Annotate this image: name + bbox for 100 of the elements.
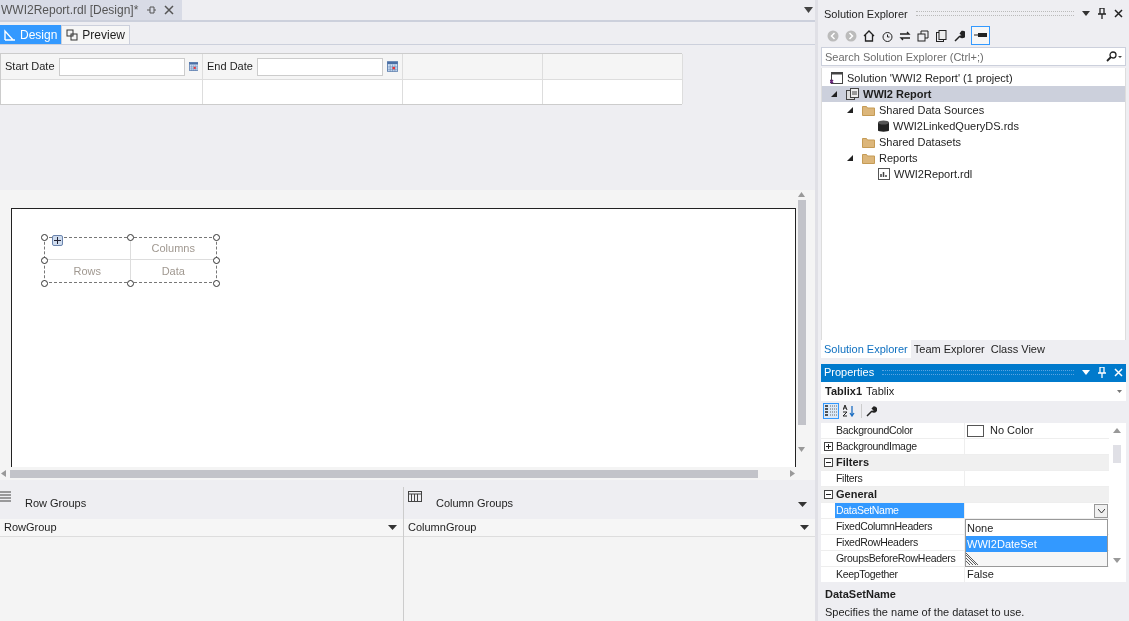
- dropdown-arrow-icon[interactable]: [800, 525, 809, 530]
- project-icon: [846, 88, 859, 101]
- search-icon[interactable]: [1106, 51, 1122, 63]
- tree-item[interactable]: Shared Data Sources: [822, 102, 1125, 119]
- calendar-icon[interactable]: [188, 60, 198, 73]
- dropdown-arrow-icon[interactable]: [798, 502, 807, 507]
- tree-item[interactable]: Shared Datasets: [822, 134, 1125, 151]
- scroll-right-icon[interactable]: [790, 470, 795, 477]
- horizontal-scrollbar[interactable]: [0, 467, 796, 480]
- panel-tab[interactable]: Class View: [987, 340, 1048, 358]
- group-name: ColumnGroup: [408, 520, 477, 536]
- resize-handle[interactable]: [127, 234, 134, 241]
- property-label: BackgroundImage: [836, 438, 917, 454]
- dropdown-arrow-icon[interactable]: [388, 525, 397, 530]
- expanded-arrow-icon[interactable]: [847, 107, 853, 114]
- property-label: KeepTogether: [836, 566, 898, 582]
- resize-handle[interactable]: [41, 280, 48, 287]
- parameter-label: End Date: [207, 59, 253, 75]
- resize-handle[interactable]: [41, 257, 48, 264]
- tree-item-label: Shared Datasets: [879, 135, 961, 151]
- resize-handle[interactable]: [213, 234, 220, 241]
- search-field[interactable]: Search Solution Explorer (Ctrl+;): [821, 47, 1126, 67]
- tablix-cell-text: Rows: [73, 263, 101, 279]
- close-icon[interactable]: [1114, 9, 1123, 19]
- expand-icon[interactable]: [823, 442, 833, 451]
- object-selector[interactable]: Tablix1 Tablix: [821, 381, 1126, 402]
- report-icon: [878, 168, 890, 181]
- dropdown-button[interactable]: [1094, 503, 1108, 518]
- folder-icon: [862, 136, 875, 148]
- tablix-cell-text: Columns: [151, 241, 195, 257]
- dropdown-arrow-icon[interactable]: [804, 7, 813, 13]
- columns-icon: [408, 491, 422, 502]
- tree-item-label: WWI2Report.rdl: [894, 167, 973, 183]
- tablix-cell-text: Data: [161, 263, 185, 279]
- sync-icon[interactable]: [899, 29, 911, 42]
- preview-toggle-button[interactable]: [971, 26, 990, 46]
- panel-tab[interactable]: Team Explorer: [910, 340, 988, 358]
- resize-handle[interactable]: [213, 257, 220, 264]
- scrollbar-thumb[interactable]: [797, 200, 806, 425]
- property-label: BackgroundColor: [836, 423, 913, 438]
- group-row[interactable]: ColumnGroup: [404, 519, 815, 537]
- wrench-icon[interactable]: [866, 405, 877, 417]
- scroll-up-icon[interactable]: [1112, 428, 1121, 433]
- property-name[interactable]: Filters: [835, 471, 965, 486]
- tree-item[interactable]: WWI2LinkedQueryDS.rds: [822, 118, 1125, 135]
- sort-mode-button[interactable]: [823, 403, 839, 420]
- parameter-label: Start Date: [5, 59, 55, 75]
- resize-handle[interactable]: [127, 280, 134, 287]
- description-title: DataSetName: [825, 587, 897, 602]
- clock-icon[interactable]: [881, 29, 893, 42]
- object-type: Tablix: [866, 384, 896, 400]
- panel-title: Solution Explorer: [824, 6, 908, 22]
- rows-icon: [0, 491, 11, 502]
- pane-title: Column Groups: [436, 496, 514, 512]
- group-name: RowGroup: [4, 520, 57, 536]
- group-row[interactable]: RowGroup: [0, 519, 403, 537]
- expanded-arrow-icon[interactable]: [847, 155, 853, 162]
- tree-item[interactable]: Reports: [822, 150, 1125, 167]
- scroll-down-icon[interactable]: [798, 447, 805, 452]
- dropdown-arrow-icon[interactable]: [1082, 11, 1090, 17]
- copy-icon[interactable]: [935, 29, 947, 42]
- category-label: Filters: [836, 455, 869, 471]
- home-icon[interactable]: [863, 29, 875, 42]
- scroll-down-icon[interactable]: [1112, 558, 1121, 563]
- scroll-up-icon[interactable]: [798, 192, 805, 197]
- expanded-arrow-icon[interactable]: [831, 91, 837, 98]
- tree-item[interactable]: WWI2 Report: [822, 86, 1125, 103]
- tree-item-label: Shared Data Sources: [879, 103, 985, 119]
- pin-icon[interactable]: [1098, 8, 1106, 20]
- hatch-icon: [966, 553, 980, 565]
- property-label: FixedRowHeaders: [836, 534, 918, 550]
- date-input-field[interactable]: [256, 57, 383, 76]
- sort-icon: [843, 405, 855, 418]
- scrollbar-thumb[interactable]: [10, 469, 758, 478]
- scrollbar-thumb[interactable]: [1112, 445, 1121, 463]
- sort-mode-button[interactable]: [841, 403, 857, 420]
- ruler-icon: [4, 28, 16, 41]
- scroll-left-icon[interactable]: [1, 470, 6, 477]
- tree-item[interactable]: WWI2Report.rdl: [822, 166, 1125, 183]
- date-input-field[interactable]: [58, 57, 185, 76]
- solution-icon: [830, 72, 843, 85]
- resize-handle[interactable]: [41, 234, 48, 241]
- view-tab[interactable]: Preview: [61, 25, 131, 44]
- collapse-icon[interactable]: [823, 458, 833, 467]
- wrench-icon[interactable]: [953, 29, 965, 42]
- property-label: DataSetName: [836, 502, 899, 518]
- property-label: Filters: [836, 470, 863, 486]
- property-name[interactable]: BackgroundImage: [835, 439, 965, 454]
- categorized-icon: [825, 405, 837, 418]
- dock-icon: [974, 33, 987, 39]
- tree-item[interactable]: Solution 'WWI2 Report' (1 project): [822, 70, 1125, 87]
- property-name[interactable]: BackgroundColor: [835, 423, 965, 438]
- pane-title: Row Groups: [25, 496, 87, 512]
- resize-handle[interactable]: [213, 280, 220, 287]
- calendar-icon[interactable]: [386, 60, 398, 73]
- move-handle-icon[interactable]: [52, 235, 63, 246]
- object-name: Tablix1: [825, 384, 863, 400]
- collapse-all-icon[interactable]: [917, 29, 929, 42]
- collapse-icon[interactable]: [823, 490, 833, 499]
- property-value: No Color: [990, 423, 1034, 439]
